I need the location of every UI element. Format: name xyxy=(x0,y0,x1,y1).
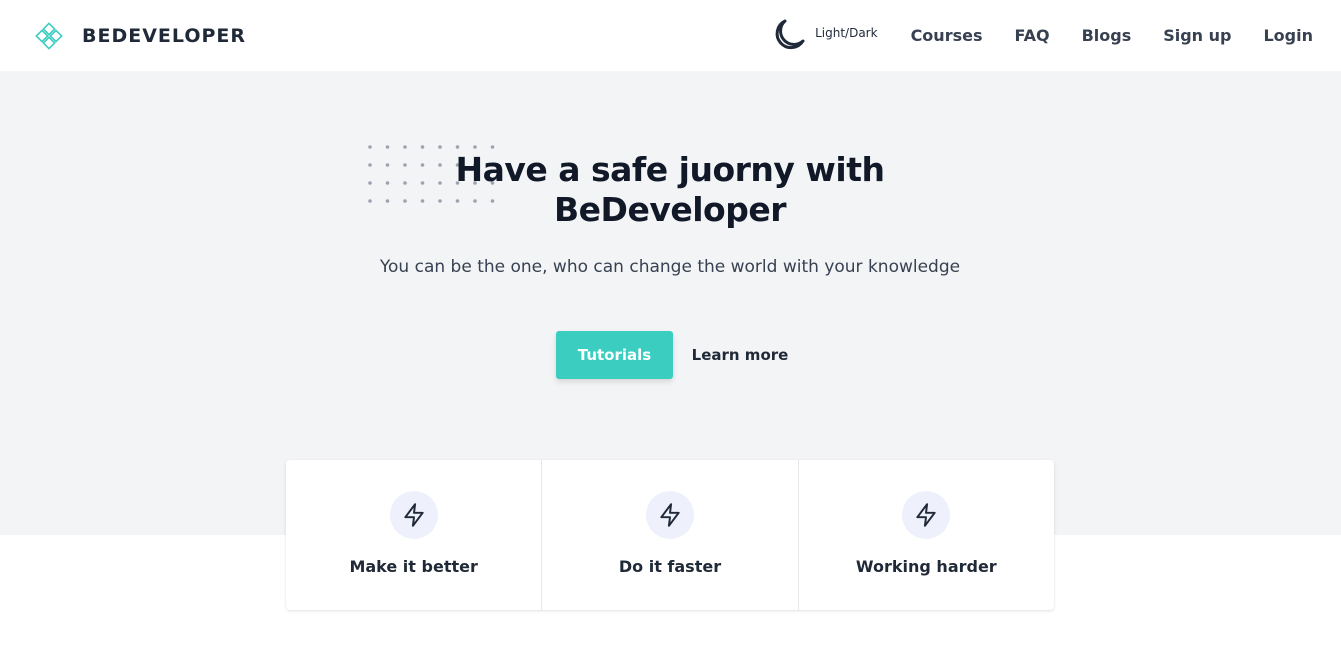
nav-link-sign-up[interactable]: Sign up xyxy=(1163,26,1231,45)
nav-link-login[interactable]: Login xyxy=(1263,26,1313,45)
moon-icon xyxy=(775,19,805,50)
feature-icon-badge xyxy=(389,491,438,539)
feature-icon-badge xyxy=(645,491,694,539)
learn-more-button[interactable]: Learn more xyxy=(683,331,797,379)
navbar: BEDEVELOPER Light/Dark Courses FAQ Blogs… xyxy=(0,0,1341,71)
theme-toggle[interactable]: Light/Dark xyxy=(770,17,878,53)
feature-card-make-it-better: Make it better xyxy=(286,460,541,610)
tutorials-button[interactable]: Tutorials xyxy=(556,331,673,379)
nav-link-faq[interactable]: FAQ xyxy=(1014,26,1049,45)
pattern-dot xyxy=(368,145,372,149)
pattern-dot xyxy=(403,145,407,149)
pattern-dot xyxy=(420,145,425,149)
hero-title: Have a safe juorny with BeDeveloper xyxy=(340,150,1000,230)
pattern-dot xyxy=(385,145,390,149)
feature-card-do-it-faster: Do it faster xyxy=(541,460,797,610)
feature-label: Working harder xyxy=(855,557,997,576)
brand-logo[interactable]: BEDEVELOPER xyxy=(35,22,246,50)
main-nav: Light/Dark Courses FAQ Blogs Sign up Log… xyxy=(770,17,1313,53)
lightning-bolt-icon xyxy=(660,503,680,527)
pattern-dot xyxy=(438,145,442,149)
diamond-grid-logo-icon xyxy=(35,22,63,50)
hero-subtitle: You can be the one, who can change the w… xyxy=(379,257,961,277)
feature-icon-badge xyxy=(902,491,951,539)
feature-label: Make it better xyxy=(349,557,478,576)
lightning-bolt-icon xyxy=(404,503,424,527)
theme-toggle-label: Light/Dark xyxy=(815,26,878,40)
feature-cards: Make it better Do it faster Working hard… xyxy=(286,460,1054,610)
pattern-dot xyxy=(490,145,495,149)
brand-name: BEDEVELOPER xyxy=(82,25,247,47)
nav-link-blogs[interactable]: Blogs xyxy=(1082,26,1132,45)
lightning-bolt-icon xyxy=(916,503,936,527)
feature-label: Do it faster xyxy=(618,557,722,576)
pattern-dot xyxy=(473,145,477,149)
hero-title-line-2: BeDeveloper xyxy=(554,190,786,229)
feature-card-working-harder: Working harder xyxy=(797,460,1054,610)
hero-title-line-1: Have a safe juorny with xyxy=(455,150,885,189)
pattern-dot xyxy=(455,145,460,149)
nav-link-courses[interactable]: Courses xyxy=(911,26,983,45)
